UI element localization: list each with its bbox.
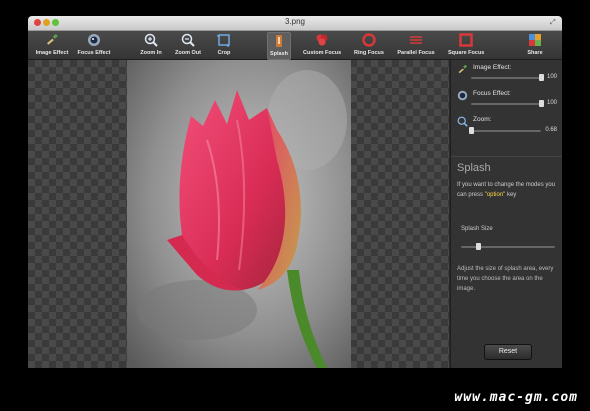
image-effect-icon [458,64,468,74]
fullscreen-icon[interactable]: ⤢ [550,19,557,26]
zoom-value: 0.68 [545,127,557,133]
tool-label: Square Focus [448,50,485,56]
focus-effect-icon [88,34,100,46]
help-text: If you want to change the modes you can … [457,180,559,200]
tool-square-focus[interactable]: Square Focus [448,32,484,58]
splash-icon [276,35,282,47]
tool-ring-focus[interactable]: Ring Focus [354,32,384,58]
square-focus-icon [459,33,473,47]
focus-effect-slider[interactable] [471,100,544,107]
watermark: www.mac-gm.com [454,390,578,405]
tulip-photo[interactable] [127,60,351,368]
tool-image-effect[interactable]: Image Effect [34,32,70,58]
tool-focus-effect[interactable]: Focus Effect [76,32,112,58]
zoom-slider[interactable] [469,127,541,134]
title-bar: 3.png ⤢ [28,16,562,31]
app-window: 3.png ⤢ Image Effect Focus Effect Zoom I… [28,16,562,368]
tool-label: Ring Focus [354,50,384,56]
tool-label: Crop [217,50,231,56]
slider-knob[interactable] [539,74,544,81]
splash-size-label: Splash Size [461,226,493,232]
slider-knob[interactable] [469,127,474,134]
reset-button[interactable]: Reset [484,344,532,360]
toolbar: Image Effect Focus Effect Zoom In Zoom O… [28,31,562,60]
focus-effect-row: Focus Effect: 100 [457,90,557,110]
image-effect-value: 100 [546,74,557,80]
tool-label: Parallel Focus [397,50,435,56]
zoom-out-icon [181,33,195,47]
settings-panel: Image Effect: 100 Focus Effect: 100 Zoom… [450,60,562,368]
slider-knob[interactable] [475,243,481,250]
image-effect-label: Image Effect: [473,64,512,71]
tool-label: Splash [269,51,289,57]
focus-effect-icon [457,90,468,101]
adjust-text: Adjust the size of splash area, every ti… [457,266,554,292]
help-key: "option" [484,192,506,198]
tool-label: Zoom In [140,50,162,56]
zoom-label: Zoom: [473,116,492,123]
tool-label: Zoom Out [175,50,201,56]
tool-share[interactable]: Share [524,32,546,58]
tool-label: Image Effect [35,50,69,56]
share-icon [529,34,541,46]
focus-effect-value: 100 [546,100,557,106]
ring-focus-icon [362,33,376,47]
tool-label: Share [527,50,543,56]
focus-effect-label: Focus Effect: [473,90,511,97]
mode-heading: Splash [457,162,491,174]
tool-parallel-focus[interactable]: Parallel Focus [397,32,435,58]
tool-label: Focus Effect [77,50,111,56]
image-canvas[interactable] [28,60,449,368]
zoom-in-icon [144,33,158,47]
image-effect-row: Image Effect: 100 [457,64,557,84]
tool-zoom-in[interactable]: Zoom In [138,32,164,58]
splash-size-slider[interactable] [461,243,555,250]
tool-custom-focus[interactable]: Custom Focus [303,32,341,58]
slider-knob[interactable] [539,100,544,107]
tool-label: Custom Focus [303,50,342,56]
image-effect-slider[interactable] [471,74,544,81]
tool-splash[interactable]: Splash [267,32,291,60]
window-title: 3.png [284,17,306,26]
crop-icon [217,34,230,47]
tool-crop[interactable]: Crop [213,32,235,58]
tool-zoom-out[interactable]: Zoom Out [173,32,203,58]
divider [451,156,562,157]
custom-focus-icon [316,34,328,46]
image-effect-icon [47,33,58,45]
parallel-focus-icon [410,36,422,44]
zoom-row: Zoom: 0.68 [457,116,557,136]
zoom-icon [457,116,468,127]
help-text-post: key [505,192,517,198]
